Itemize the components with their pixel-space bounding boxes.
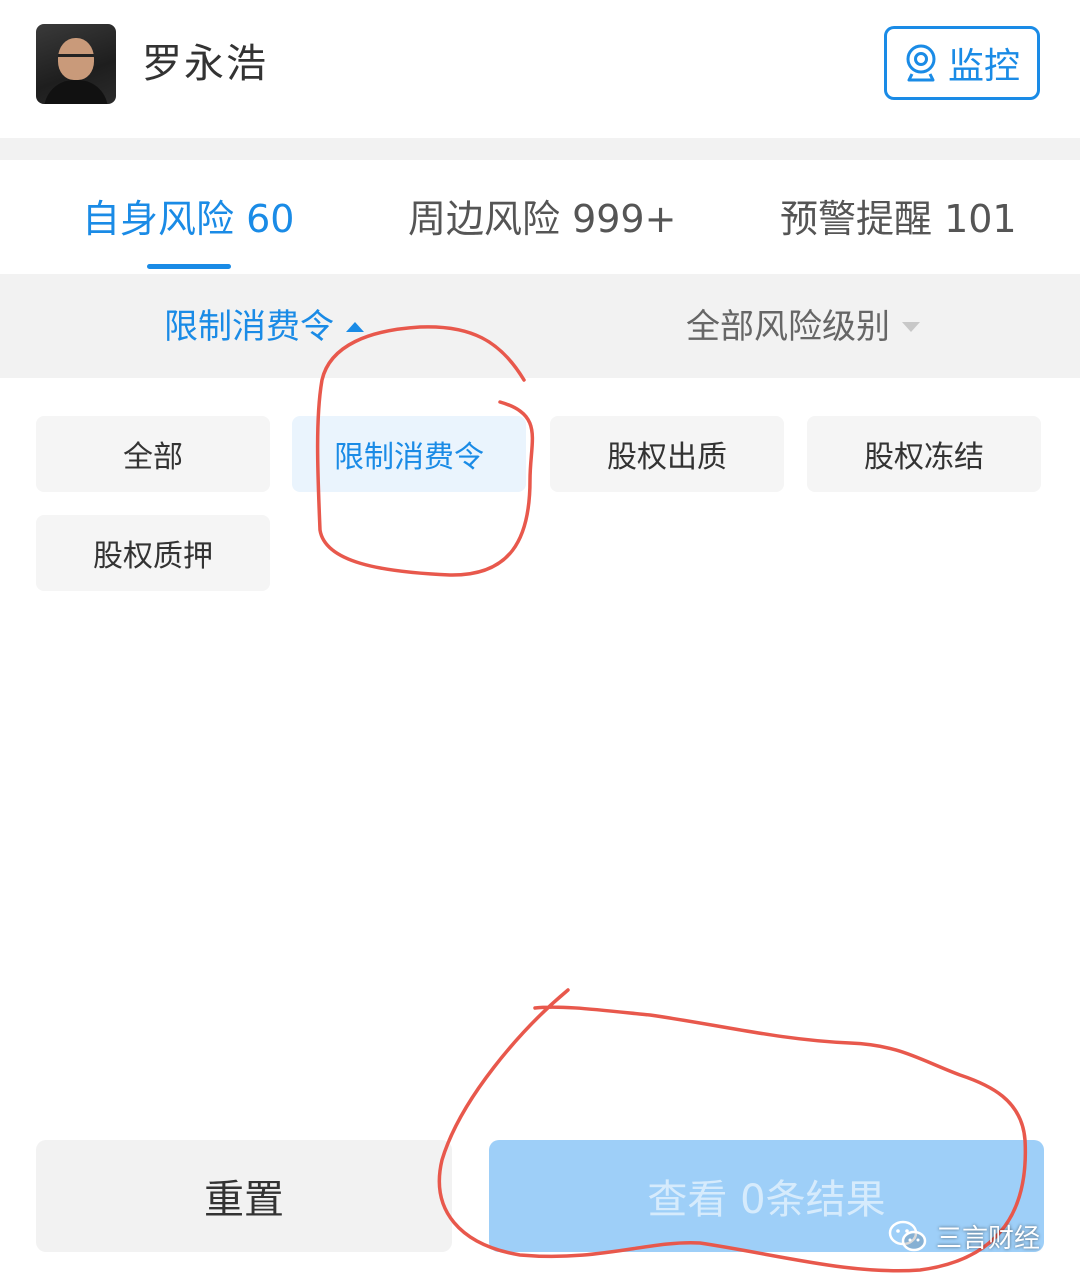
monitor-button[interactable]: 监控 [884, 26, 1040, 100]
filter-bar: 限制消费令 全部风险级别 [0, 274, 1080, 378]
triangle-down-icon [902, 322, 920, 332]
triangle-up-icon [346, 322, 364, 332]
camera-icon [906, 44, 936, 82]
monitor-label: 监控 [947, 46, 1020, 87]
risk-tabs: 自身风险 60 周边风险 999+ 预警提醒 101 [0, 160, 1080, 274]
section-divider [0, 138, 1080, 160]
chip-equity-freeze[interactable]: 股权冻结 [807, 416, 1041, 492]
watermark-text: 三言财经 [936, 1224, 1041, 1254]
risk-level-filter[interactable]: 全部风险级别 [686, 304, 920, 350]
person-name: 罗永浩 [142, 41, 268, 87]
active-tab-indicator [147, 264, 231, 269]
chip-all[interactable]: 全部 [36, 416, 270, 492]
watermark: 三言财经 [888, 1218, 1040, 1255]
reset-button[interactable]: 重置 [36, 1140, 452, 1252]
wechat-icon [888, 1220, 927, 1251]
profile-header: 罗永浩 监控 [0, 0, 1080, 138]
avatar[interactable] [36, 24, 116, 104]
risk-type-filter[interactable]: 限制消费令 [164, 304, 364, 350]
chip-equity-pledge-registration[interactable]: 股权出质 [550, 416, 784, 492]
tab-surrounding-risk[interactable]: 周边风险 999+ [408, 194, 676, 244]
chip-equity-mortgage[interactable]: 股权质押 [36, 515, 270, 591]
risk-type-filter-label: 限制消费令 [164, 307, 334, 347]
tab-warning-reminder[interactable]: 预警提醒 101 [780, 194, 1017, 244]
chip-consumption-restriction[interactable]: 限制消费令 [292, 416, 526, 492]
tab-self-risk[interactable]: 自身风险 60 [82, 194, 294, 244]
risk-level-filter-label: 全部风险级别 [686, 307, 890, 347]
